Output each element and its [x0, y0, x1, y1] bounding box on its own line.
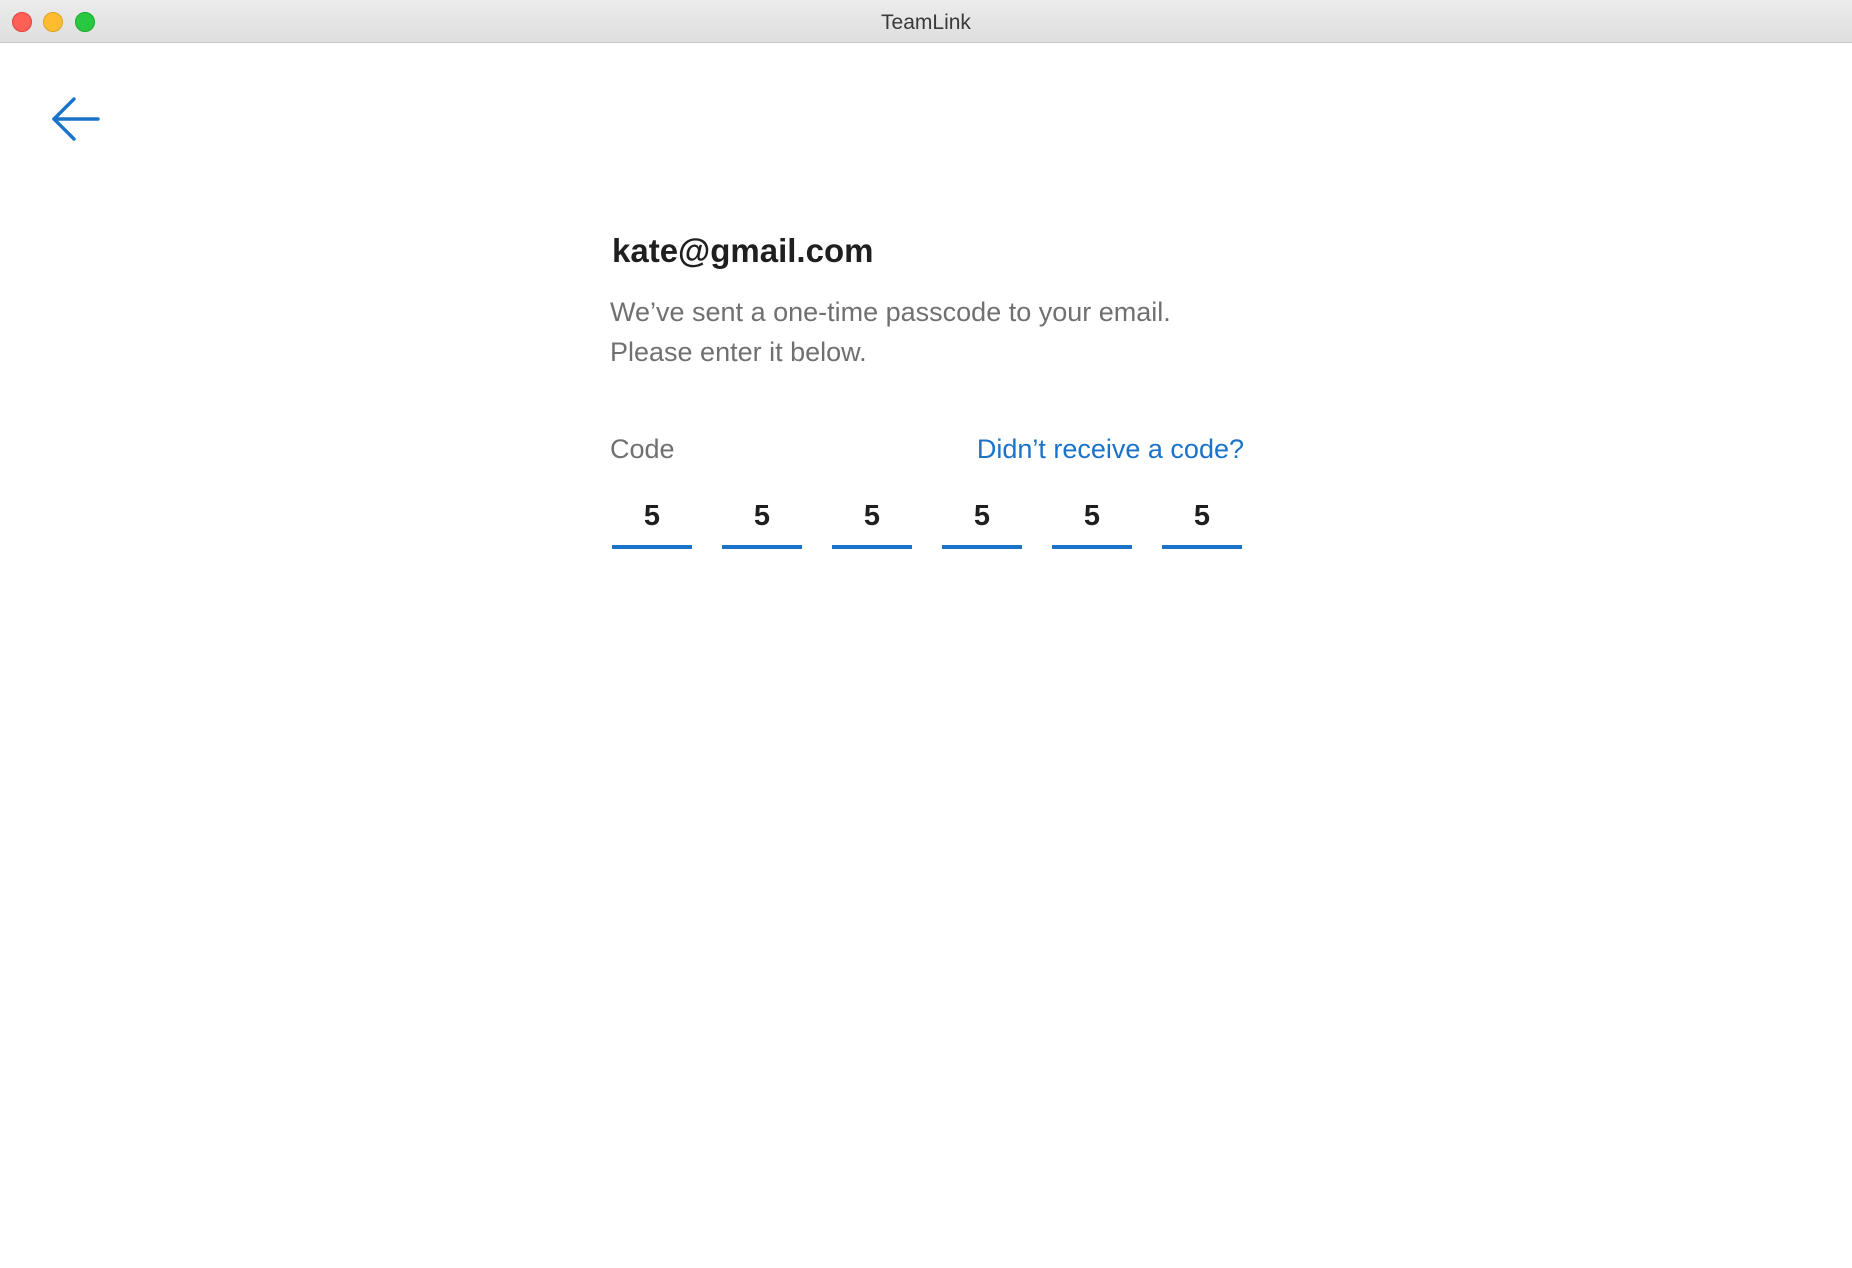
resend-code-link[interactable]: Didn’t receive a code?: [977, 427, 1244, 471]
code-digit-4[interactable]: [942, 487, 1022, 549]
code-input-group: [610, 487, 1244, 549]
app-window: TeamLink kate@gmail.com We’ve sent a one…: [0, 0, 1852, 1268]
code-label: Code: [610, 434, 675, 464]
arrow-left-icon: [52, 97, 100, 141]
window-title: TeamLink: [881, 11, 971, 34]
code-digit-6[interactable]: [1162, 487, 1242, 549]
verification-panel: kate@gmail.com We’ve sent a one-time pas…: [610, 225, 1244, 549]
code-digit-2[interactable]: [722, 487, 802, 549]
instruction-line-2: Please enter it below.: [610, 337, 867, 367]
code-digit-3[interactable]: [832, 487, 912, 549]
instruction-text: We’ve sent a one-time passcode to your e…: [610, 292, 1244, 372]
account-email: kate@gmail.com: [612, 232, 874, 269]
back-button[interactable]: [50, 96, 110, 152]
title-bar: TeamLink: [0, 0, 1852, 43]
instruction-line-1: We’ve sent a one-time passcode to your e…: [610, 297, 1171, 327]
code-digit-1[interactable]: [612, 487, 692, 549]
code-header: Code Didn’t receive a code?: [610, 427, 1244, 471]
code-digit-5[interactable]: [1052, 487, 1132, 549]
